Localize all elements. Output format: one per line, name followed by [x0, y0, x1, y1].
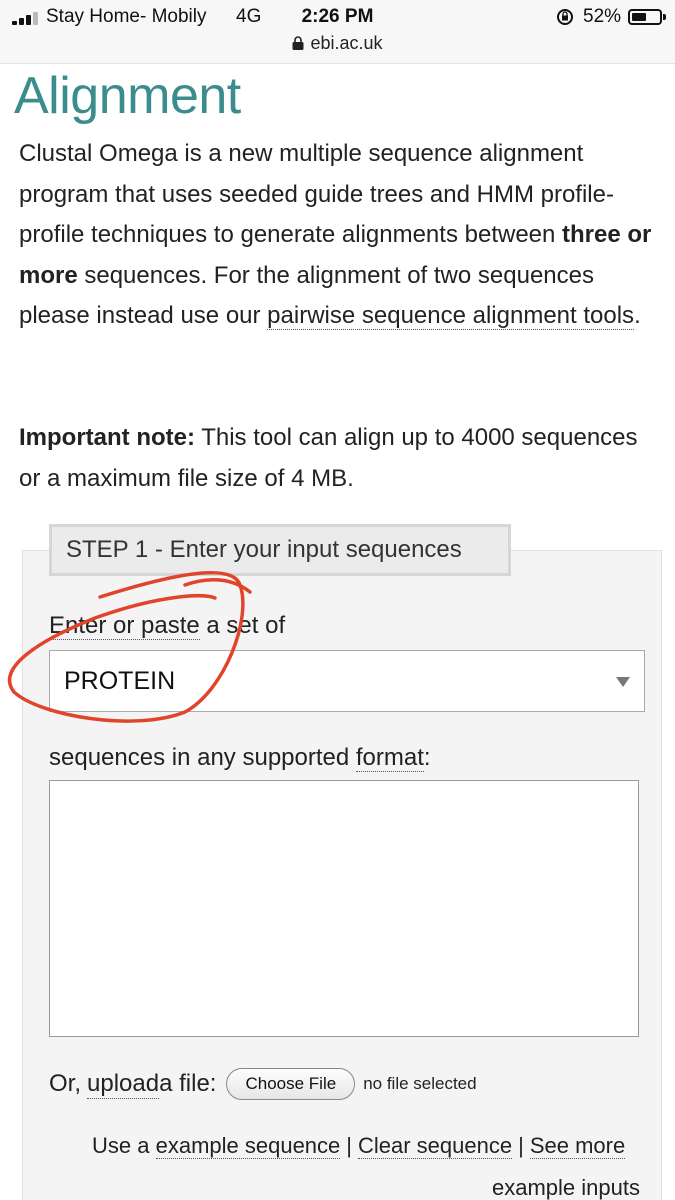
note-label: Important note:	[19, 424, 195, 451]
example-sequence-link[interactable]: example sequence	[155, 1133, 341, 1159]
example-inputs-link[interactable]: example inputs	[492, 1175, 640, 1200]
format-label-suffix: :	[423, 744, 431, 771]
see-more-link[interactable]: See more	[529, 1133, 626, 1159]
intro-text-1: Clustal Omega is a new multiple sequence…	[19, 140, 614, 249]
dropdown-arrow-icon	[616, 677, 630, 687]
enter-or-paste-link[interactable]: Enter or paste	[49, 612, 200, 640]
no-file-text: no file selected	[363, 1074, 477, 1093]
battery-tip	[663, 14, 666, 20]
choose-file-button[interactable]: Choose File	[226, 1068, 356, 1100]
battery-percent: 52%	[583, 6, 622, 27]
example-links-row: Use a example sequence | Clear sequence | Se…	[92, 1133, 626, 1159]
clear-sequence-link[interactable]: Clear sequence	[358, 1133, 513, 1159]
intro-end: .	[634, 302, 641, 330]
rotation-lock-icon	[557, 9, 573, 25]
sequence-type-select[interactable]: PROTEIN	[49, 650, 645, 712]
address-bar[interactable]: ebi.ac.uk	[0, 33, 675, 54]
format-label-prefix: sequences in any supported	[49, 744, 356, 771]
step1-header: STEP 1 - Enter your input sequences	[49, 524, 511, 576]
battery-level-fill	[632, 13, 646, 21]
sequence-type-value: PROTEIN	[64, 667, 176, 695]
battery-icon	[628, 9, 662, 25]
important-note: Important note: This tool can align up t…	[19, 418, 659, 499]
page-title: Alignment	[14, 67, 241, 125]
use-a-text: Use a	[92, 1133, 156, 1158]
upload-suffix: a file:	[159, 1070, 217, 1097]
format-link[interactable]: format	[355, 744, 424, 772]
status-bar: Stay Home- Mobily 4G 2:26 PM 52% ebi.ac.…	[0, 0, 675, 64]
lock-icon	[292, 36, 304, 50]
separator: |	[346, 1133, 352, 1158]
format-label: sequences in any supported format:	[49, 744, 431, 772]
upload-link[interactable]: upload	[87, 1070, 160, 1099]
enter-label-rest: a set of	[199, 612, 286, 639]
upload-row: Or, upload a file: Choose File no file s…	[49, 1068, 477, 1100]
upload-prefix: Or,	[49, 1070, 82, 1097]
sequence-input[interactable]	[49, 780, 639, 1037]
enter-label: Enter or paste a set of	[49, 612, 285, 640]
intro-paragraph: Clustal Omega is a new multiple sequence…	[19, 134, 659, 337]
example-inputs-row: example inputs	[492, 1175, 640, 1200]
pairwise-tools-link[interactable]: pairwise sequence alignment tools	[267, 302, 635, 331]
separator: |	[518, 1133, 524, 1158]
url-text: ebi.ac.uk	[310, 33, 383, 53]
